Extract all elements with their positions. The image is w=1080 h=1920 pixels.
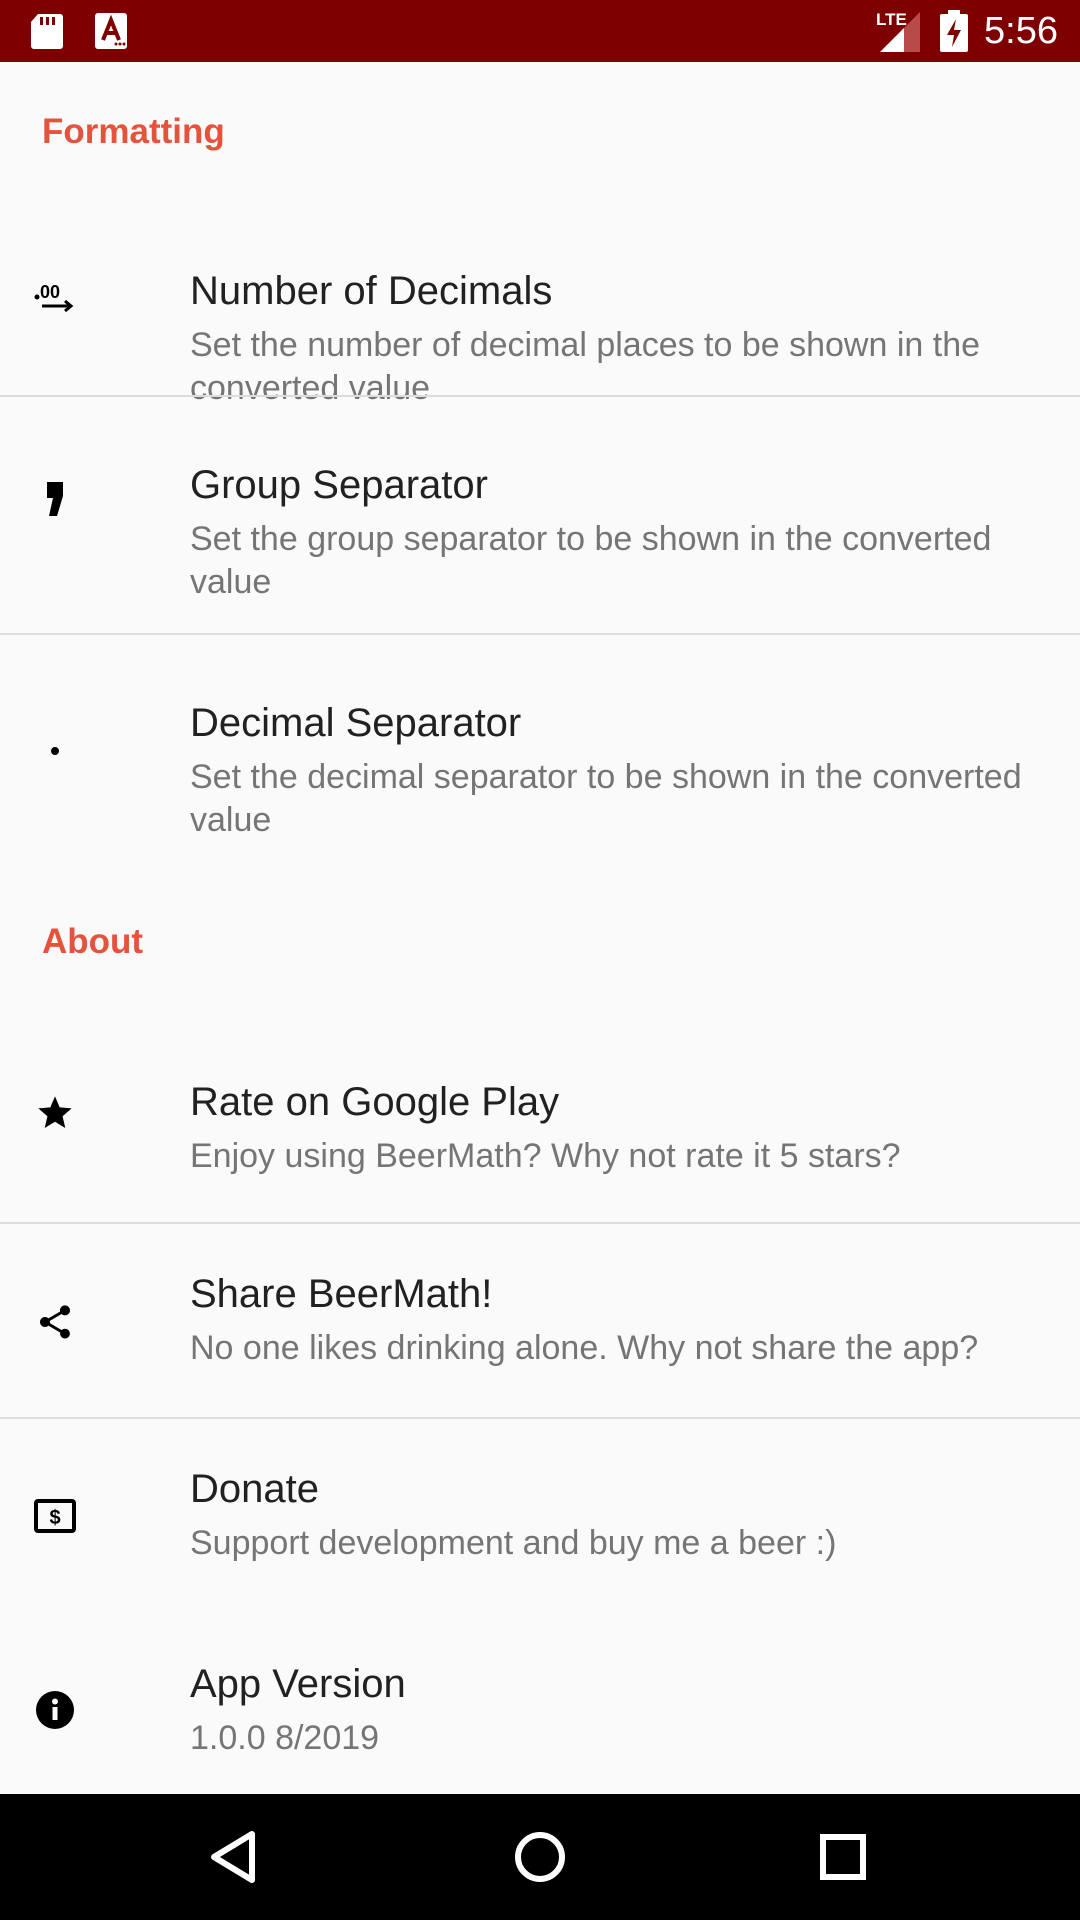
pref-title: Group Separator <box>190 463 488 507</box>
pref-title: Rate on Google Play <box>190 1080 560 1124</box>
signal-icon <box>880 12 924 57</box>
decimal-places-icon: 00 <box>30 274 80 324</box>
home-icon[interactable] <box>507 1824 573 1890</box>
dot-icon <box>30 726 80 776</box>
battery-charging-icon <box>940 10 968 57</box>
sd-card-icon <box>30 12 66 50</box>
status-bar: LTE 5:56 <box>0 0 1080 62</box>
pref-share-app[interactable]: Share BeerMath! No one likes drinking al… <box>0 1224 1080 1418</box>
pref-title: Share BeerMath! <box>190 1272 493 1316</box>
star-icon <box>30 1088 80 1138</box>
comma-icon <box>30 475 80 525</box>
pref-title: Donate <box>190 1467 319 1511</box>
pref-group-separator[interactable]: Group Separator Set the group separator … <box>0 397 1080 633</box>
font-a-icon <box>94 12 130 50</box>
section-header-about: About <box>42 922 144 961</box>
share-icon <box>30 1297 80 1347</box>
pref-app-version[interactable]: App Version 1.0.0 8/2019 <box>0 1614 1080 1794</box>
pref-summary: No one likes drinking alone. Why not sha… <box>190 1329 979 1367</box>
pref-summary: Set the decimal separator to be shown in… <box>190 758 1022 839</box>
svg-text:$: $ <box>49 1507 60 1529</box>
pref-summary: Set the group separator to be shown in t… <box>190 520 992 601</box>
dollar-bill-icon: $ <box>30 1491 80 1541</box>
back-icon[interactable] <box>204 1824 270 1890</box>
pref-summary: Support development and buy me a beer :) <box>190 1524 837 1562</box>
pref-summary: Enjoy using BeerMath? Why not rate it 5 … <box>190 1137 901 1175</box>
pref-rate-on-google-play[interactable]: Rate on Google Play Enjoy using BeerMath… <box>0 1012 1080 1222</box>
svg-text:00: 00 <box>40 284 60 302</box>
info-icon <box>30 1685 80 1735</box>
preferences-list[interactable]: Formatting 00 Number of Decimals Set the… <box>0 62 1080 1794</box>
pref-donate[interactable]: $ Donate Support development and buy me … <box>0 1419 1080 1614</box>
recents-icon[interactable] <box>810 1824 876 1890</box>
pref-summary: 1.0.0 8/2019 <box>190 1719 380 1757</box>
pref-title: App Version <box>190 1662 406 1706</box>
pref-title: Number of Decimals <box>190 269 553 313</box>
clock: 5:56 <box>984 10 1058 52</box>
settings-screen: LTE 5:56 Formatting 00 Number of Decimal… <box>0 0 1080 1920</box>
section-header-formatting: Formatting <box>42 112 225 151</box>
navigation-bar <box>0 1794 1080 1920</box>
pref-decimal-separator[interactable]: Decimal Separator Set the decimal separa… <box>0 635 1080 871</box>
pref-title: Decimal Separator <box>190 701 522 745</box>
